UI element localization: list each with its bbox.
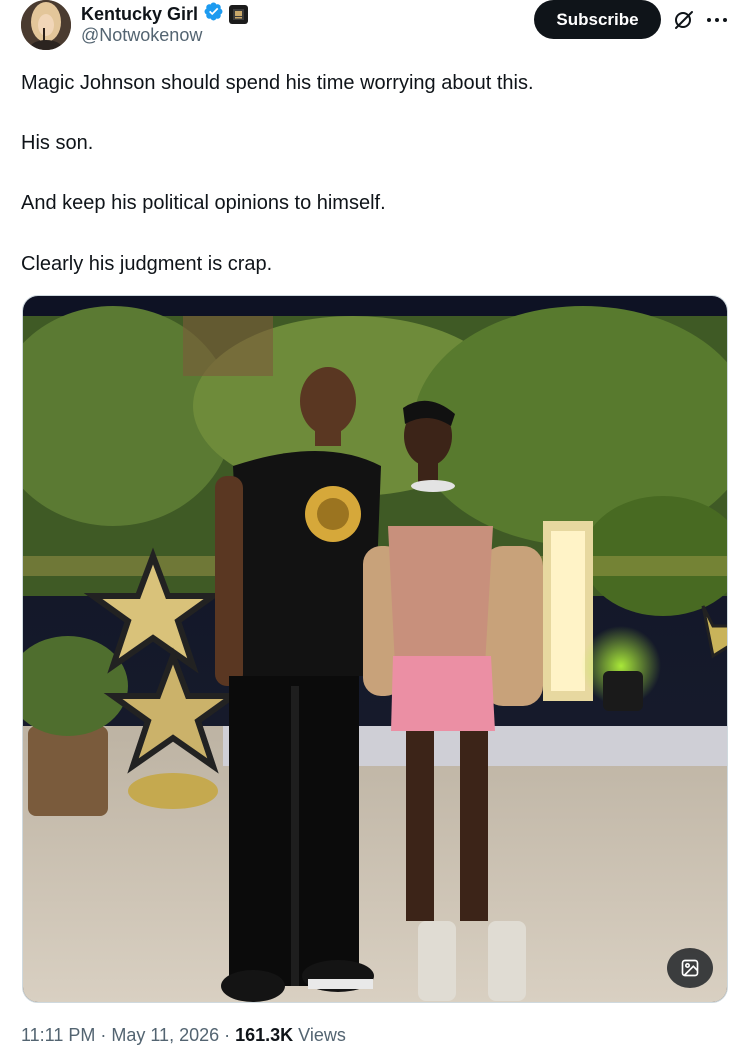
grok-icon[interactable] <box>672 8 696 32</box>
meta-separator: · <box>100 1025 107 1045</box>
tweet: Kentucky Girl @Notwokenow Subscribe Magi… <box>0 0 750 1053</box>
verified-badge-icon <box>203 1 224 27</box>
tweet-text-line: Clearly his judgment is crap. <box>21 253 273 275</box>
image-edit-icon[interactable] <box>667 948 713 988</box>
views-label: Views <box>298 1025 346 1045</box>
avatar[interactable] <box>21 0 71 50</box>
tweet-text-line: His son. <box>21 132 94 154</box>
tweet-time[interactable]: 11:11 PM <box>21 1025 95 1046</box>
tweet-date[interactable]: May 11, 2026 <box>111 1025 219 1046</box>
tweet-text-line: Magic Johnson should spend his time worr… <box>21 72 534 94</box>
tweet-meta: 11:11 PM · May 11, 2026 · 161.3K Views <box>21 1025 346 1046</box>
display-name[interactable]: Kentucky Girl <box>81 4 198 25</box>
subscribe-button[interactable]: Subscribe <box>534 0 661 39</box>
views-count: 161.3K <box>235 1025 294 1045</box>
tweet-text-line: And keep his political opinions to himse… <box>21 192 386 214</box>
meta-separator: · <box>224 1025 231 1045</box>
tweet-photo[interactable] <box>22 295 728 1003</box>
author-name-row: Kentucky Girl <box>81 1 249 27</box>
author-handle[interactable]: @Notwokenow <box>81 25 202 46</box>
more-icon[interactable] <box>705 8 729 32</box>
affiliate-badge-icon[interactable] <box>229 4 249 24</box>
